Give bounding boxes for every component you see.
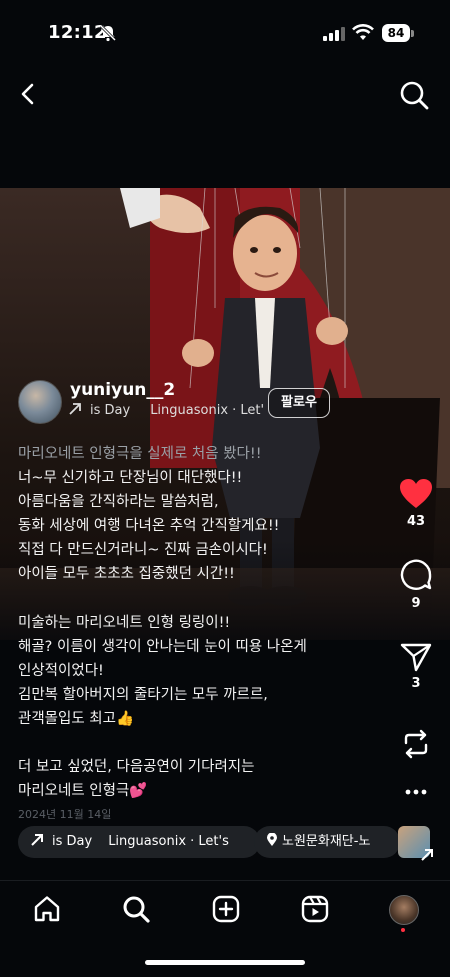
caption-line: 마리오네트 인형극💕 — [18, 783, 148, 800]
home-indicator — [145, 960, 305, 965]
caption-line: 관객몰입도 최고👍 — [18, 710, 135, 727]
like-count[interactable]: 43 — [396, 514, 436, 529]
create-icon[interactable] — [211, 894, 241, 924]
audio-chip-title: is Day — [52, 834, 93, 849]
audio-row[interactable]: is Day Linguasonix · Let' — [68, 402, 264, 422]
caption-line: 너~무 신기하고 단장님이 대단했다!! — [18, 470, 243, 487]
caption-line: 인상적이었다! — [18, 662, 104, 679]
like-action[interactable]: 43 — [396, 478, 436, 529]
caption-line: 마리오네트 인형극을 실제로 처음 봤다!! — [18, 446, 262, 462]
silent-bell-icon — [99, 24, 117, 42]
battery-tip — [411, 30, 414, 37]
post-caption: 마리오네트 인형극을 실제로 처음 봤다!! 너~무 신기하고 단장님이 대단했… — [18, 442, 378, 827]
follow-button[interactable]: 팔로우 — [268, 388, 330, 418]
share-action[interactable]: 3 — [396, 642, 436, 691]
caption-line: 해골? 이름이 생각이 안나는데 눈이 띠용 나온게 — [18, 638, 307, 655]
caption-line: 직접 다 만드신거라니~ 진짜 금손이시다! — [18, 542, 268, 559]
audio-arrow-icon — [31, 834, 43, 846]
notification-dot — [401, 928, 405, 932]
thumbnail-arrow-icon — [421, 849, 433, 861]
wifi-icon — [352, 24, 374, 40]
caption-line: 동화 세상에 여행 다녀온 추억 간직할게요!! — [18, 518, 280, 535]
location-chip[interactable]: 노원문화재단-노 — [254, 826, 400, 858]
cellular-signal-icon — [323, 27, 345, 41]
caption-line: 김만복 할아버지의 줄타기는 모두 까르르, — [18, 686, 268, 703]
audio-title: is Day — [90, 403, 131, 418]
location-pin-icon — [267, 832, 277, 846]
status-time: 12:12 — [48, 22, 107, 43]
audio-artist: Linguasonix · Let' — [150, 403, 265, 418]
author-username[interactable]: yuniyun__2 — [70, 380, 175, 400]
post-date: 2024년 11월 14일 — [18, 808, 112, 822]
share-icon[interactable] — [400, 642, 432, 672]
caption-line: 아름다움을 간직하라는 말씀처럼, — [18, 494, 219, 511]
caption-line: 더 보고 싶었던, 다음공연이 기다려지는 — [18, 759, 255, 776]
profile-avatar[interactable] — [389, 895, 419, 925]
share-count[interactable]: 3 — [396, 676, 436, 691]
comment-action[interactable]: 9 — [396, 558, 436, 611]
explore-icon[interactable] — [121, 894, 151, 924]
heart-icon[interactable] — [399, 478, 433, 510]
home-icon[interactable] — [32, 894, 62, 924]
remix-icon[interactable] — [400, 728, 432, 760]
remix-action[interactable] — [396, 728, 436, 760]
location-label: 노원문화재단-노 — [282, 834, 371, 849]
more-action[interactable] — [396, 784, 436, 800]
back-icon[interactable] — [14, 80, 42, 108]
author-avatar[interactable] — [18, 380, 62, 424]
more-icon[interactable] — [400, 784, 432, 800]
reels-icon[interactable] — [300, 894, 330, 924]
comment-count[interactable]: 9 — [396, 596, 436, 611]
audio-arrow-icon — [69, 403, 81, 415]
search-icon[interactable] — [398, 79, 430, 111]
comment-icon[interactable] — [399, 558, 433, 592]
audio-chip[interactable]: is Day Linguasonix · Let's — [18, 826, 260, 858]
caption-line: 아이들 모두 초초초 집중했던 시간!! — [18, 566, 235, 583]
audio-chip-artist: Linguasonix · Let's — [108, 834, 229, 849]
battery-indicator: 84 — [382, 24, 410, 42]
caption-line: 미술하는 마리오네트 인형 링링이!! — [18, 614, 231, 631]
